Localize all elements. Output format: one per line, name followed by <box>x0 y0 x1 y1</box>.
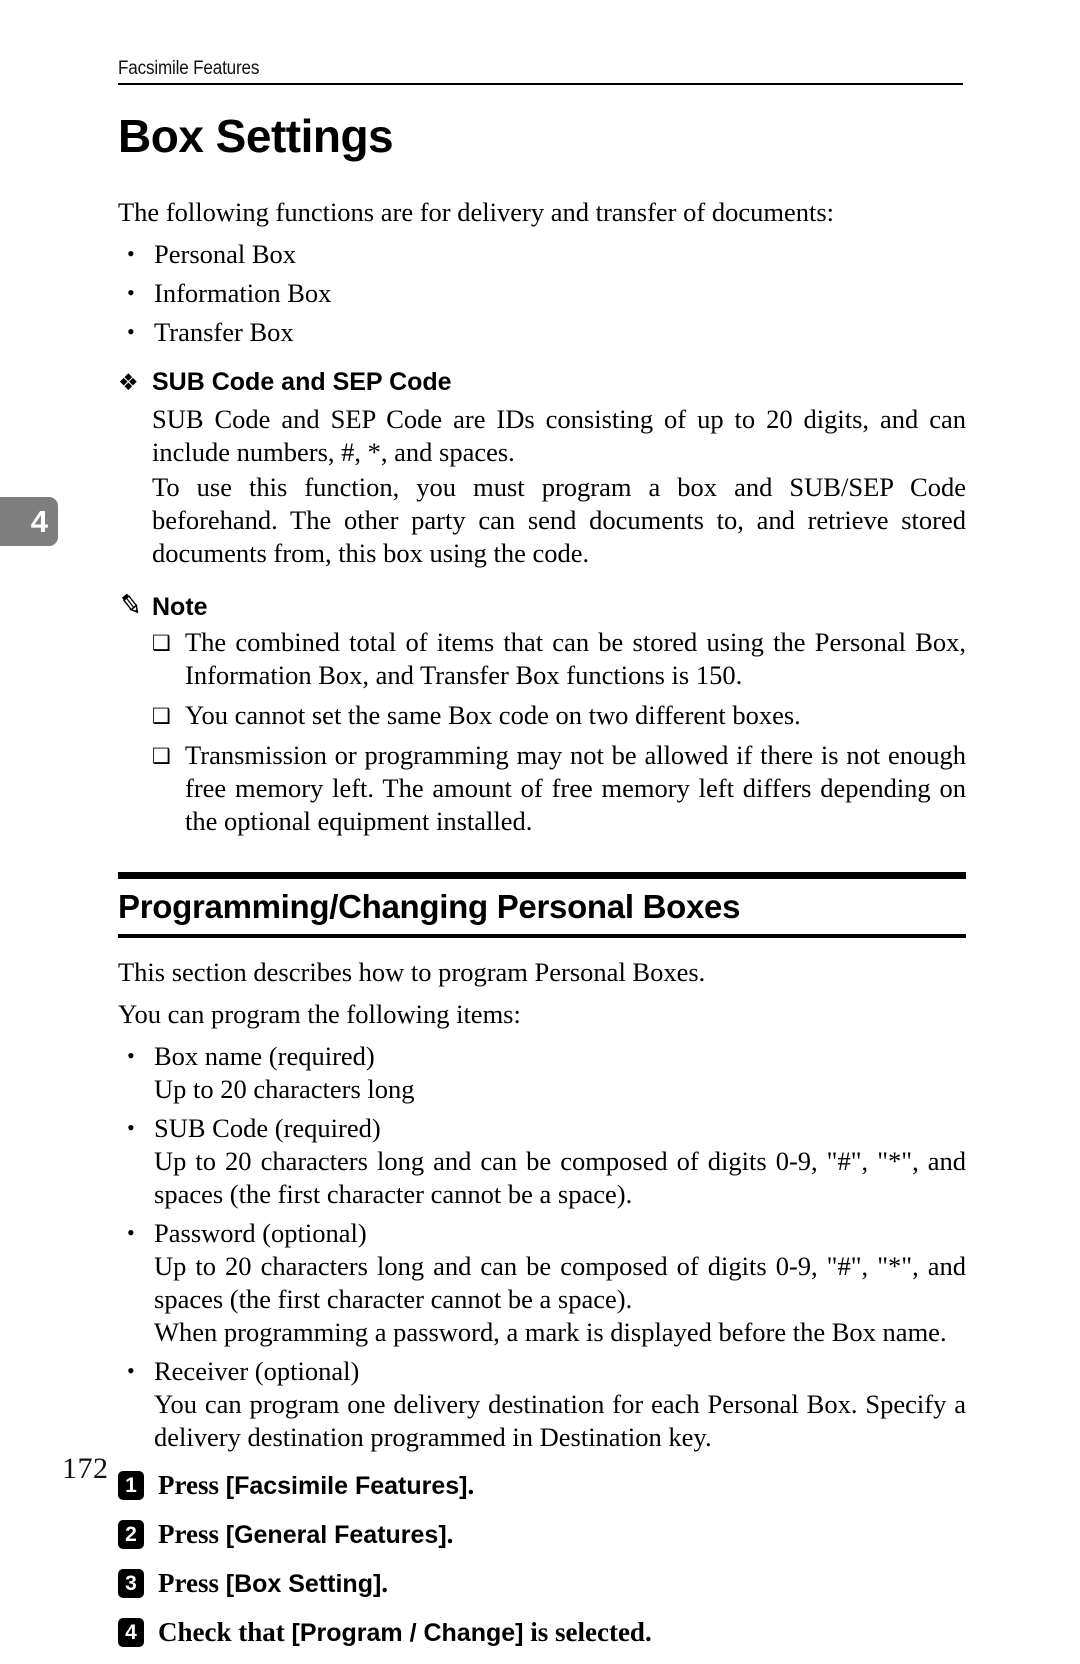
sub-sep-paragraph: To use this function, you must program a… <box>152 472 966 568</box>
programmable-items-list: Box name (required) Up to 20 characters … <box>118 1039 966 1454</box>
step-suffix: . <box>467 1470 475 1500</box>
note-item-text: Transmission or programming may not be a… <box>185 740 966 836</box>
step-key-label: [Program / Change] <box>291 1619 524 1647</box>
list-item: SUB Code (required) Up to 20 characters … <box>118 1111 966 1211</box>
section-rule-top <box>118 872 966 879</box>
step-number-badge: 3 <box>118 1569 144 1598</box>
intro-lead: The following functions are for delivery… <box>118 197 835 227</box>
sub-sep-paragraph: SUB Code and SEP Code are IDs consisting… <box>152 404 966 467</box>
section-paragraph: You can program the following items: <box>118 999 521 1029</box>
step-key-label: [General Features] <box>225 1521 447 1549</box>
section-heading: Programming/Changing Personal Boxes <box>118 888 741 925</box>
page-title: Box Settings <box>118 110 394 162</box>
procedure-step: 1 Press [Facsimile Features]. <box>118 1468 966 1503</box>
list-item-label: Password (optional) <box>154 1218 367 1248</box>
step-suffix: is selected. <box>523 1617 652 1647</box>
list-item-label: Receiver (optional) <box>154 1356 360 1386</box>
step-prefix: Press <box>158 1568 226 1598</box>
list-item: Personal Box <box>118 237 966 271</box>
list-item: Information Box <box>118 276 966 310</box>
list-item-label: Box name (required) <box>154 1041 375 1071</box>
step-prefix: Press <box>158 1470 226 1500</box>
list-item-detail: Up to 20 characters long and can be comp… <box>154 1146 966 1209</box>
note-item: Transmission or programming may not be a… <box>152 739 966 838</box>
chapter-tab-number: 4 <box>30 503 48 539</box>
note-heading: Note <box>118 592 966 622</box>
procedure-step: 3 Press [Box Setting]. <box>118 1566 966 1601</box>
section-heading-block: Programming/Changing Personal Boxes <box>118 872 966 938</box>
page-number: 172 <box>62 1452 109 1485</box>
running-header: Facsimile Features <box>118 58 963 85</box>
note-item: You cannot set the same Box code on two … <box>152 699 966 733</box>
list-item: Transfer Box <box>118 315 966 349</box>
step-suffix: . <box>446 1519 454 1549</box>
intro-bullet-list: Personal Box Information Box Transfer Bo… <box>118 237 966 349</box>
procedure-step: 4 Check that [Program / Change] is select… <box>118 1615 966 1650</box>
step-key-label: [Box Setting] <box>225 1570 382 1598</box>
running-header-rule <box>118 83 963 85</box>
step-suffix: . <box>381 1568 389 1598</box>
note-list: The combined total of items that can be … <box>118 626 966 838</box>
section-body: This section describes how to program Pe… <box>118 956 966 1650</box>
step-number-badge: 4 <box>118 1618 144 1647</box>
note-item: The combined total of items that can be … <box>152 626 966 692</box>
diamond-icon: ❖ <box>118 370 139 396</box>
pencil-icon <box>118 591 144 617</box>
list-item-detail: You can program one delivery destination… <box>154 1389 966 1452</box>
step-prefix: Press <box>158 1519 226 1549</box>
procedure-steps: 1 Press [Facsimile Features]. 2 Press [Gen… <box>118 1468 966 1650</box>
procedure-step: 2 Press [General Features]. <box>118 1517 966 1552</box>
note-heading-label: Note <box>152 593 208 621</box>
running-header-text: Facsimile Features <box>118 58 260 79</box>
chapter-tab: 4 <box>0 497 58 546</box>
step-prefix: Check that <box>158 1617 292 1647</box>
list-item-label: SUB Code (required) <box>154 1113 381 1143</box>
list-item-detail: Up to 20 characters long <box>154 1074 415 1104</box>
step-number-badge: 1 <box>118 1471 144 1500</box>
document-page: Facsimile Features 4 172 Box Settings Th… <box>0 0 1080 1647</box>
note-item-text: The combined total of items that can be … <box>185 627 966 690</box>
list-item-label: Transfer Box <box>154 317 294 347</box>
sub-sep-heading-label: SUB Code and SEP Code <box>152 368 452 396</box>
list-item-label: Information Box <box>154 278 332 308</box>
content-column: Box Settings The following functions are… <box>118 110 966 1664</box>
list-item: Box name (required) Up to 20 characters … <box>118 1039 966 1106</box>
list-item: Receiver (optional) You can program one … <box>118 1354 966 1454</box>
list-item-detail: Up to 20 characters long and can be comp… <box>154 1251 966 1314</box>
step-key-label: [Facsimile Features] <box>225 1472 468 1500</box>
note-item-text: You cannot set the same Box code on two … <box>185 700 801 730</box>
list-item: Password (optional) Up to 20 characters … <box>118 1216 966 1349</box>
sub-sep-heading: ❖ SUB Code and SEP Code <box>118 367 966 397</box>
section-rule-bottom <box>118 934 966 938</box>
list-item-detail: When programming a password, a mark is d… <box>154 1317 947 1347</box>
section-paragraph: This section describes how to program Pe… <box>118 957 706 987</box>
step-number-badge: 2 <box>118 1520 144 1549</box>
list-item-label: Personal Box <box>154 239 297 269</box>
sub-sep-body: SUB Code and SEP Code are IDs consisting… <box>118 403 966 570</box>
